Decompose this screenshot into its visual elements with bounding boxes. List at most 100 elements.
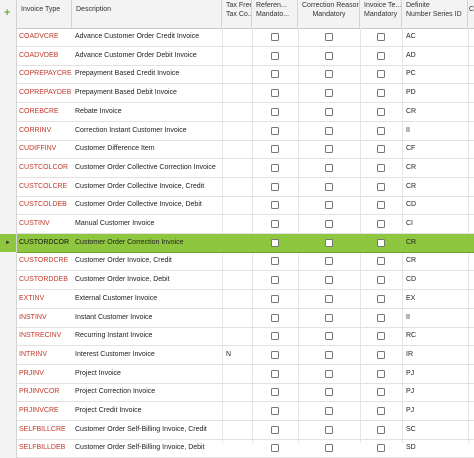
extra-cell[interactable]: [468, 290, 474, 308]
row-selector[interactable]: [0, 327, 17, 347]
definite-series-cell[interactable]: IR: [402, 346, 468, 364]
table-row[interactable]: INTRINV Interest Customer Invoice N IR: [0, 345, 474, 365]
correction-reason-cell[interactable]: [298, 252, 360, 270]
invoice-type-cell[interactable]: COPREPAYDEB: [17, 84, 72, 102]
tax-free-code-cell[interactable]: [222, 47, 252, 65]
correction-reason-cell[interactable]: [298, 103, 360, 121]
template-mandatory-cell[interactable]: [360, 439, 402, 457]
tax-free-code-cell[interactable]: [222, 271, 252, 289]
reference-mandatory-checkbox[interactable]: [271, 89, 279, 98]
table-row[interactable]: INSTINV Instant Customer Invoice II: [0, 308, 474, 328]
extra-cell[interactable]: [468, 383, 474, 401]
row-selector[interactable]: [0, 177, 17, 197]
reference-mandatory-cell[interactable]: [252, 196, 298, 214]
invoice-type-cell[interactable]: CUDIFFINV: [17, 140, 72, 158]
invoice-type-cell[interactable]: CUSTORDCRE: [17, 252, 72, 270]
invoice-type-cell[interactable]: CUSTORDDEB: [17, 271, 72, 289]
template-mandatory-checkbox[interactable]: [377, 238, 385, 247]
template-mandatory-cell[interactable]: [360, 140, 402, 158]
tax-free-code-cell[interactable]: [222, 140, 252, 158]
correction-reason-checkbox[interactable]: [325, 33, 333, 41]
correction-reason-checkbox[interactable]: [325, 369, 333, 378]
invoice-type-cell[interactable]: PRJINVCRE: [17, 402, 72, 420]
template-mandatory-cell[interactable]: [360, 84, 402, 102]
invoice-type-cell[interactable]: INSTRECINV: [17, 327, 72, 345]
reference-mandatory-cell[interactable]: [252, 383, 298, 401]
correction-reason-checkbox[interactable]: [325, 51, 333, 60]
definite-series-cell[interactable]: RC: [402, 327, 468, 345]
row-selector[interactable]: [0, 158, 17, 178]
template-mandatory-cell[interactable]: [360, 309, 402, 327]
reference-mandatory-checkbox[interactable]: [271, 107, 279, 116]
invoice-type-cell[interactable]: CUSTORDCOR: [17, 234, 72, 252]
definite-series-cell[interactable]: AD: [402, 47, 468, 65]
description-cell[interactable]: Project Correction Invoice: [72, 383, 222, 401]
extra-cell[interactable]: [468, 196, 474, 214]
template-mandatory-cell[interactable]: [360, 383, 402, 401]
template-mandatory-checkbox[interactable]: [377, 126, 385, 135]
reference-mandatory-checkbox[interactable]: [271, 163, 279, 172]
template-mandatory-checkbox[interactable]: [377, 444, 385, 453]
table-row[interactable]: CUSTCOLDEB Customer Order Collective Invo…: [0, 196, 474, 216]
description-cell[interactable]: Project Invoice: [72, 365, 222, 383]
correction-reason-checkbox[interactable]: [325, 425, 333, 434]
tax-free-code-cell[interactable]: [222, 439, 252, 457]
template-mandatory-cell[interactable]: [360, 365, 402, 383]
table-row[interactable]: PRJINVCOR Project Correction Invoice PJ: [0, 383, 474, 403]
template-mandatory-checkbox[interactable]: [377, 33, 385, 41]
description-cell[interactable]: External Customer Invoice: [72, 290, 222, 308]
correction-reason-checkbox[interactable]: [325, 107, 333, 116]
definite-series-cell[interactable]: EX: [402, 290, 468, 308]
correction-reason-cell[interactable]: [298, 159, 360, 177]
template-mandatory-checkbox[interactable]: [377, 182, 385, 191]
tax-free-code-cell[interactable]: [222, 421, 252, 439]
correction-reason-cell[interactable]: [298, 234, 360, 252]
template-mandatory-cell[interactable]: [360, 271, 402, 289]
reference-mandatory-cell[interactable]: [252, 365, 298, 383]
description-cell[interactable]: Customer Order Collective Correction Inv…: [72, 159, 222, 177]
description-cell[interactable]: Customer Order Correction Invoice: [72, 234, 222, 252]
definite-series-cell[interactable]: PC: [402, 65, 468, 83]
correction-reason-cell[interactable]: [298, 439, 360, 457]
correction-reason-cell[interactable]: [298, 47, 360, 65]
reference-mandatory-checkbox[interactable]: [271, 425, 279, 434]
tax-free-code-cell[interactable]: [222, 234, 252, 252]
correction-reason-checkbox[interactable]: [325, 332, 333, 341]
template-mandatory-checkbox[interactable]: [377, 313, 385, 322]
tax-free-code-cell[interactable]: [222, 103, 252, 121]
invoice-type-cell[interactable]: PRJINV: [17, 365, 72, 383]
definite-series-cell[interactable]: PJ: [402, 365, 468, 383]
template-mandatory-checkbox[interactable]: [377, 407, 385, 415]
table-row[interactable]: CUSTORDCRE Customer Order Invoice, Credit…: [0, 252, 474, 272]
description-cell[interactable]: Advance Customer Order Credit Invoice: [72, 28, 222, 46]
template-mandatory-checkbox[interactable]: [377, 257, 385, 266]
row-selector[interactable]: [0, 121, 17, 141]
extra-cell[interactable]: [468, 252, 474, 270]
correction-reason-checkbox[interactable]: [325, 182, 333, 191]
template-mandatory-checkbox[interactable]: [377, 276, 385, 285]
table-row[interactable]: PRJINVCRE Project Credit Invoice PJ: [0, 402, 474, 421]
extra-cell[interactable]: [468, 365, 474, 383]
template-mandatory-cell[interactable]: [360, 234, 402, 252]
description-cell[interactable]: Customer Order Self-Billing Invoice, Cre…: [72, 421, 222, 439]
description-cell[interactable]: Prepayment Based Credit Invoice: [72, 65, 222, 83]
table-row[interactable]: COPREPAYDEB Prepayment Based Debit Invoic…: [0, 84, 474, 104]
row-selector[interactable]: [0, 84, 17, 104]
template-mandatory-checkbox[interactable]: [377, 89, 385, 98]
reference-mandatory-checkbox[interactable]: [271, 182, 279, 191]
table-row[interactable]: CUSTORDDEB Customer Order Invoice, Debit C…: [0, 271, 474, 291]
template-mandatory-cell[interactable]: [360, 196, 402, 214]
row-selector[interactable]: [0, 345, 17, 365]
tax-free-code-cell[interactable]: [222, 122, 252, 140]
template-mandatory-checkbox[interactable]: [377, 220, 385, 228]
template-mandatory-cell[interactable]: [360, 290, 402, 308]
definite-series-cell[interactable]: PJ: [402, 383, 468, 401]
extra-cell[interactable]: [468, 84, 474, 102]
tax-free-code-cell[interactable]: [222, 383, 252, 401]
invoice-type-cell[interactable]: CUSTCOLCOR: [17, 159, 72, 177]
reference-mandatory-checkbox[interactable]: [271, 70, 279, 79]
invoice-type-cell[interactable]: EXTINV: [17, 290, 72, 308]
description-cell[interactable]: Customer Difference Item: [72, 140, 222, 158]
correction-reason-checkbox[interactable]: [325, 201, 333, 210]
row-selector[interactable]: ►: [0, 233, 17, 253]
